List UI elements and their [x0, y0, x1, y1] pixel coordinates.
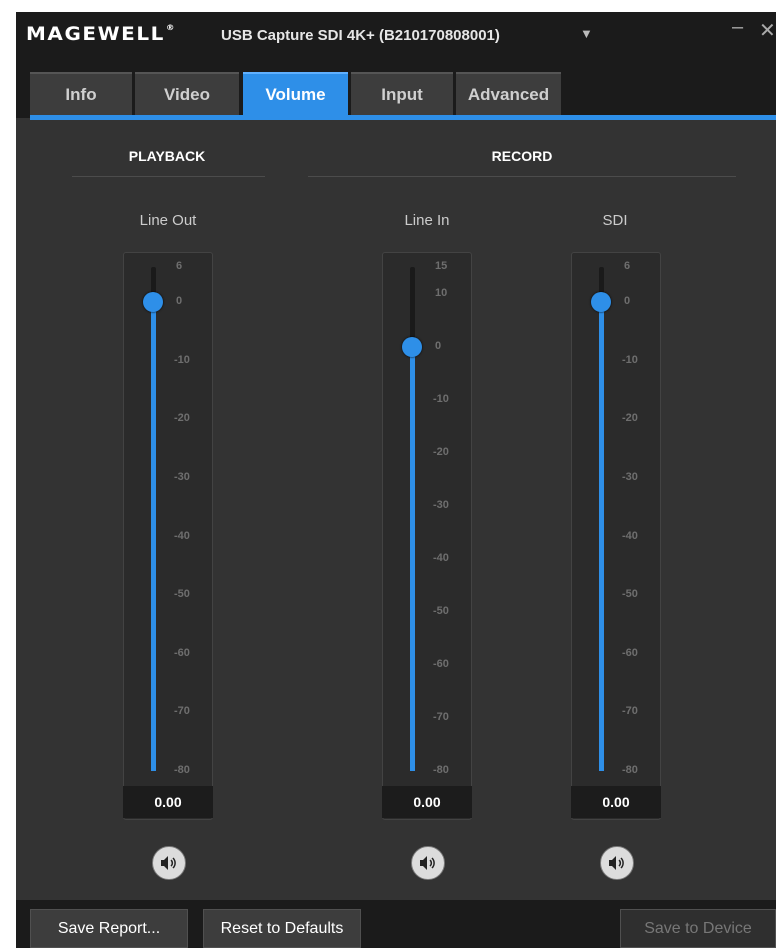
slider-tick-label: -50 — [433, 604, 449, 617]
slider-tick-label: -10 — [174, 353, 190, 366]
tab-bar: Info Video Volume Input Advanced — [16, 60, 776, 118]
slider-knob[interactable] — [591, 292, 611, 313]
slider-sdi[interactable]: 6 0 -10 -20 -30 -40 -50 -60 -70 -80 — [571, 252, 661, 820]
mute-button-line-out[interactable] — [152, 846, 186, 880]
magewell-logo: MAGEWELL® — [26, 23, 176, 45]
slider-tick-label: -30 — [174, 470, 190, 483]
slider-tick-label: 0 — [624, 295, 631, 308]
slider-tick-label: 15 — [435, 260, 448, 272]
slider-tick-label: -20 — [433, 445, 449, 458]
slider-tick-label: -80 — [174, 764, 190, 776]
speaker-icon — [420, 856, 435, 870]
save-report-button[interactable]: Save Report... — [30, 909, 188, 948]
channel-label-sdi: SDI — [602, 212, 628, 229]
slider-tick-label: -70 — [174, 705, 190, 718]
tab-input[interactable]: Input — [351, 72, 453, 115]
value-sdi[interactable]: 0.00 — [571, 786, 661, 818]
title-bar: MAGEWELL® USB Capture SDI 4K+ (B21017080… — [16, 12, 776, 60]
slider-tick-label: -30 — [433, 498, 449, 511]
slider-tick-label: -10 — [433, 392, 449, 405]
slider-tick-label: -40 — [622, 529, 638, 542]
tab-advanced[interactable]: Advanced — [456, 72, 561, 115]
tab-volume[interactable]: Volume — [243, 72, 348, 115]
slider-tick-label: -70 — [622, 705, 638, 718]
slider-tick-label: -80 — [433, 764, 449, 776]
slider-tick-label: -60 — [433, 657, 449, 670]
slider-tick-label: -20 — [174, 412, 190, 425]
playback-divider — [72, 176, 265, 177]
record-divider — [308, 176, 736, 177]
save-to-device-button[interactable]: Save to Device — [620, 909, 776, 948]
slider-tick-label: 0 — [176, 295, 183, 308]
slider-tick-label: -60 — [622, 646, 638, 659]
slider-tick-label: -20 — [622, 412, 638, 425]
slider-tick-label: 6 — [624, 260, 631, 272]
slider-line-in[interactable]: 15 10 0 -10 -20 -30 -40 -50 -60 -70 -80 — [382, 252, 472, 820]
tab-video[interactable]: Video — [135, 72, 239, 115]
slider-tick-label: -10 — [622, 353, 638, 366]
mute-button-line-in[interactable] — [411, 846, 445, 880]
slider-tick-label: -30 — [622, 470, 638, 483]
slider-tick-label: -60 — [174, 646, 190, 659]
app-window: MAGEWELL® USB Capture SDI 4K+ (B21017080… — [16, 12, 776, 948]
chevron-down-icon[interactable]: ▼ — [580, 26, 593, 41]
tab-info[interactable]: Info — [30, 72, 132, 115]
slider-tick-label: -40 — [433, 551, 449, 564]
slider-tick-label: -70 — [433, 710, 449, 723]
slider-tick-label: -50 — [174, 588, 190, 601]
slider-tick-label: -40 — [174, 529, 190, 542]
slider-fill — [151, 302, 156, 771]
device-title[interactable]: USB Capture SDI 4K+ (B210170808001) — [221, 27, 500, 44]
mute-button-sdi[interactable] — [600, 846, 634, 880]
slider-fill — [599, 302, 604, 771]
channel-label-line-in: Line In — [404, 212, 450, 229]
speaker-icon — [161, 856, 176, 870]
slider-knob[interactable] — [402, 336, 422, 357]
slider-tick-label: 0 — [435, 339, 442, 352]
slider-tick-label: 6 — [176, 260, 183, 272]
slider-knob[interactable] — [143, 292, 163, 313]
channel-label-line-out: Line Out — [139, 212, 197, 229]
playback-heading: PLAYBACK — [128, 148, 206, 164]
minimize-icon[interactable]: – — [732, 16, 743, 39]
slider-tick-label: -80 — [622, 764, 638, 776]
reset-defaults-button[interactable]: Reset to Defaults — [203, 909, 361, 948]
value-line-in[interactable]: 0.00 — [382, 786, 472, 818]
slider-line-out[interactable]: 6 0 -10 -20 -30 -40 -50 -60 -70 -80 — [123, 252, 213, 820]
slider-tick-label: 10 — [435, 286, 448, 299]
value-line-out[interactable]: 0.00 — [123, 786, 213, 818]
record-heading: RECORD — [491, 148, 553, 164]
slider-tick-label: -50 — [622, 588, 638, 601]
close-icon[interactable]: ✕ — [759, 18, 776, 43]
slider-fill — [410, 346, 415, 771]
speaker-icon — [609, 856, 624, 870]
